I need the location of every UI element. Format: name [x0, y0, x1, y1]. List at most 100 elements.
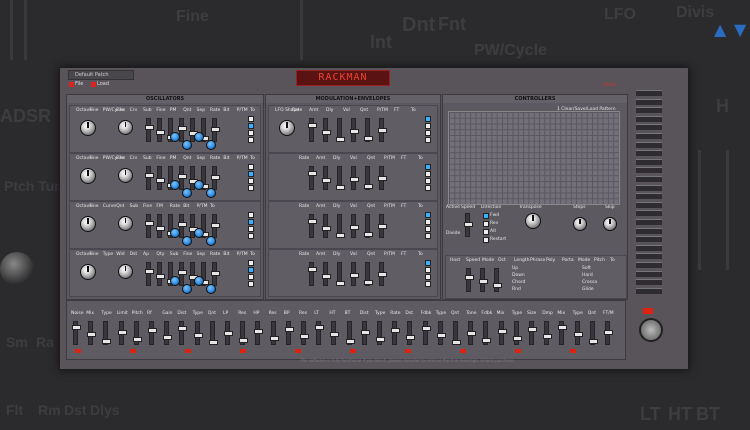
transpose-knob[interactable]	[525, 213, 541, 229]
controller-slider[interactable]	[479, 268, 488, 292]
osc-toggle[interactable]	[248, 116, 254, 122]
osc-slider[interactable]	[211, 166, 220, 190]
mod-toggle[interactable]	[425, 212, 431, 218]
mod-toggle[interactable]	[425, 233, 431, 239]
fx-slider[interactable]	[284, 321, 294, 345]
osc-toggle[interactable]	[248, 212, 254, 218]
osc-small-knob[interactable]	[182, 140, 192, 150]
fx-slider[interactable]	[300, 321, 309, 345]
direction-option-radio[interactable]	[483, 229, 489, 235]
fx-slider[interactable]	[254, 321, 264, 345]
fx-slider[interactable]	[573, 321, 583, 345]
mod-slider[interactable]	[336, 166, 345, 190]
lfo-shape-knob[interactable]	[279, 120, 295, 136]
controller-slider[interactable]	[493, 268, 502, 292]
fx-slider[interactable]	[269, 321, 279, 345]
preset-name-field[interactable]: Default Patch	[68, 70, 134, 80]
step-pattern-grid[interactable]	[448, 111, 620, 205]
mod-toggle[interactable]	[425, 164, 431, 170]
mod-toggle[interactable]	[425, 226, 431, 232]
osc-small-knob[interactable]	[170, 276, 180, 286]
osc-small-knob[interactable]	[170, 228, 180, 238]
pw-knob[interactable]	[118, 264, 133, 279]
fx-slider[interactable]	[421, 321, 431, 345]
mod-toggle[interactable]	[425, 274, 431, 280]
mod-slider[interactable]	[378, 214, 387, 238]
mod-toggle[interactable]	[425, 219, 431, 225]
fx-slider[interactable]	[558, 321, 568, 345]
osc-toggle[interactable]	[248, 260, 254, 266]
mod-toggle[interactable]	[425, 130, 431, 136]
arp-mode-option[interactable]: Up	[512, 266, 518, 271]
controller-slider[interactable]	[465, 268, 474, 292]
arp-mode-option[interactable]: Rnd	[512, 287, 521, 292]
mod-slider[interactable]	[322, 262, 331, 286]
fx-slider[interactable]	[178, 321, 188, 345]
fx-slider[interactable]	[482, 321, 492, 345]
osc-slider[interactable]	[156, 214, 165, 238]
direction-option-radio[interactable]	[483, 221, 489, 227]
mod-slider[interactable]	[336, 214, 345, 238]
osc-toggle[interactable]	[248, 123, 254, 129]
fx-slider[interactable]	[315, 321, 325, 345]
speed-slider[interactable]	[464, 213, 473, 237]
mod-toggle[interactable]	[425, 137, 431, 143]
octave-knob[interactable]	[80, 264, 96, 280]
fx-slider[interactable]	[224, 321, 233, 345]
osc-small-knob[interactable]	[182, 284, 192, 294]
mod-toggle[interactable]	[425, 267, 431, 273]
osc-small-knob[interactable]	[206, 284, 216, 294]
pw-knob[interactable]	[118, 168, 133, 183]
osc-toggle[interactable]	[248, 137, 254, 143]
mod-slider[interactable]	[336, 118, 345, 142]
osc-small-knob[interactable]	[170, 132, 180, 142]
osc-toggle[interactable]	[248, 164, 254, 170]
fx-slider[interactable]	[528, 321, 537, 345]
fx-slider[interactable]	[497, 321, 507, 345]
mod-slider[interactable]	[350, 214, 359, 238]
osc-small-knob[interactable]	[206, 140, 216, 150]
mod-slider[interactable]	[308, 166, 317, 190]
fx-slider[interactable]	[163, 321, 173, 345]
fx-slider[interactable]	[543, 321, 553, 345]
pw-knob[interactable]	[118, 120, 133, 135]
osc-slider[interactable]	[145, 214, 154, 238]
fx-slider[interactable]	[193, 321, 203, 345]
mod-slider[interactable]	[364, 262, 373, 286]
mod-slider[interactable]	[378, 118, 387, 142]
skip-knob[interactable]	[603, 217, 617, 231]
mod-toggle[interactable]	[425, 116, 431, 122]
fx-slider[interactable]	[208, 321, 218, 345]
osc-toggle[interactable]	[248, 267, 254, 273]
arp-mode-option[interactable]: Chord	[512, 280, 525, 285]
osc-toggle[interactable]	[248, 171, 254, 177]
osc-slider[interactable]	[211, 214, 220, 238]
osc-small-knob[interactable]	[194, 228, 204, 238]
mod-slider[interactable]	[350, 166, 359, 190]
osc-toggle[interactable]	[248, 219, 254, 225]
octave-knob[interactable]	[80, 168, 96, 184]
osc-toggle[interactable]	[248, 178, 254, 184]
mod-toggle[interactable]	[425, 281, 431, 287]
octave-knob[interactable]	[80, 216, 96, 232]
osc-small-knob[interactable]	[170, 180, 180, 190]
mod-toggle[interactable]	[425, 123, 431, 129]
osc-slider[interactable]	[156, 166, 165, 190]
fx-slider[interactable]	[512, 321, 522, 345]
fx-slider[interactable]	[467, 321, 477, 345]
fx-slider[interactable]	[87, 321, 97, 345]
mod-slider[interactable]	[308, 214, 317, 238]
fx-slider[interactable]	[345, 321, 355, 345]
fx-slider[interactable]	[148, 321, 157, 345]
osc-toggle[interactable]	[248, 130, 254, 136]
fx-slider[interactable]	[102, 321, 112, 345]
mod-slider[interactable]	[364, 118, 373, 142]
voice-mode-option[interactable]: Glide	[582, 287, 594, 292]
mod-toggle[interactable]	[425, 171, 431, 177]
mod-toggle[interactable]	[425, 185, 431, 191]
fx-slider[interactable]	[72, 321, 81, 345]
voice-mode-option[interactable]: Hard	[582, 273, 593, 278]
mod-slider[interactable]	[378, 262, 387, 286]
mod-slider[interactable]	[308, 118, 317, 142]
osc-slider[interactable]	[156, 262, 165, 286]
